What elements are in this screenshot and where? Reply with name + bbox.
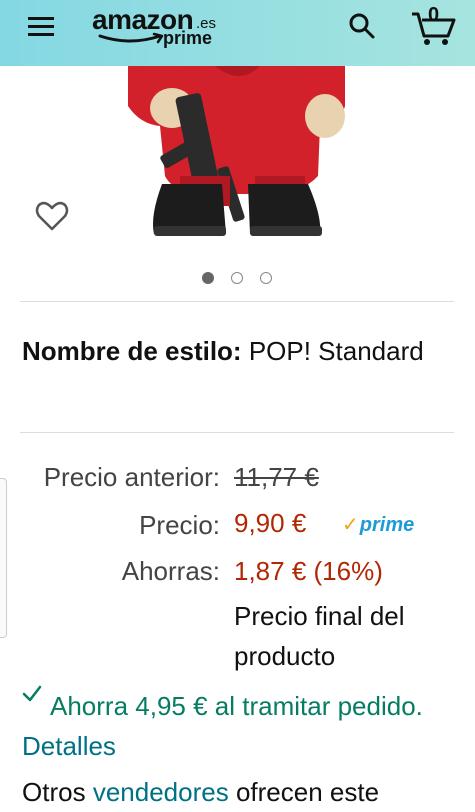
style-name-value: POP! Standard <box>248 336 424 366</box>
style-name: Nombre de estilo: POP! Standard <box>22 332 452 370</box>
heart-icon[interactable] <box>34 198 70 234</box>
final-price-note: Precio final del producto <box>234 601 405 671</box>
carousel-dot-1[interactable] <box>202 272 214 284</box>
prime-badge-label: prime <box>359 514 415 536</box>
previous-price-label: Precio anterior: <box>43 462 220 492</box>
checkout-promo: Ahorra 4,95 € al tramitar pedido. Detall… <box>22 686 462 766</box>
carousel-dot-2[interactable] <box>231 272 243 284</box>
amazon-prime-logo[interactable]: amazon .es prime <box>92 4 232 52</box>
style-name-label: Nombre de estilo: <box>22 336 242 366</box>
section-divider <box>20 432 454 433</box>
promo-details-link[interactable]: Detalles <box>22 731 116 761</box>
carousel-dot-3[interactable] <box>260 272 272 284</box>
savings-value: 1,87 € (16%) <box>234 556 383 586</box>
price-label: Precio: <box>139 510 220 540</box>
previous-price-value: 11,77 € <box>234 462 319 492</box>
top-navigation-bar: amazon .es prime 0 <box>0 0 475 66</box>
product-image <box>128 66 345 236</box>
other-sellers-link[interactable]: vendedores <box>93 777 229 807</box>
hamburger-menu-icon[interactable] <box>24 10 60 46</box>
section-divider <box>20 301 454 302</box>
cart-button[interactable]: 0 <box>410 4 458 46</box>
prime-badge: ✓prime <box>342 512 414 537</box>
savings-label: Ahorras: <box>121 556 220 586</box>
logo-smile-icon <box>98 32 164 44</box>
prime-check-icon: ✓ <box>342 514 359 536</box>
other-sellers-suffix: ofrecen este <box>235 777 380 807</box>
other-sellers-prefix: Otros <box>22 777 86 807</box>
cart-count-badge: 0 <box>428 4 440 26</box>
promo-text: Ahorra 4,95 € al tramitar pedido. <box>50 691 423 721</box>
carousel-pagination <box>200 272 280 288</box>
product-image-carousel[interactable] <box>0 66 475 256</box>
other-sellers-line: Otros vendedores ofrecen este <box>22 772 472 812</box>
current-price-value: 9,90 € <box>234 508 307 538</box>
search-icon[interactable] <box>346 10 378 42</box>
logo-prime: prime <box>163 28 213 48</box>
